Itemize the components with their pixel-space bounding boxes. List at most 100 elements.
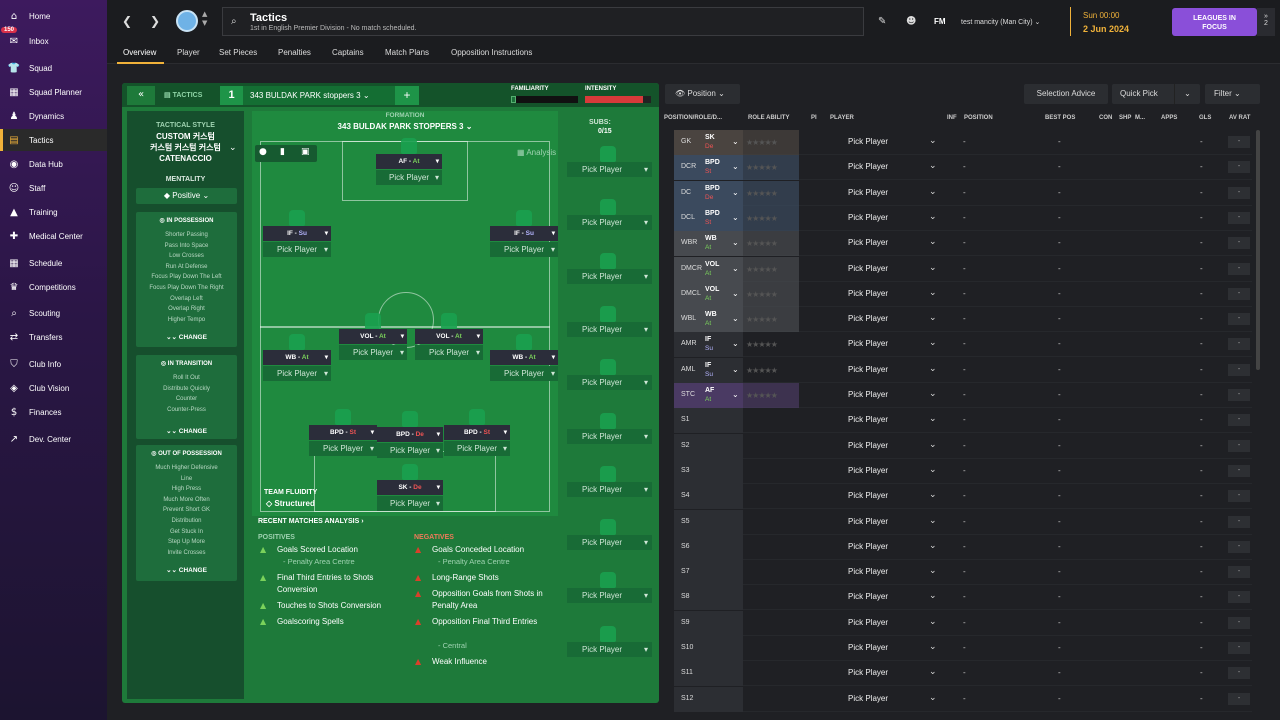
table-row[interactable]: S12 Pick Player ⌄ - - - - bbox=[674, 686, 1252, 712]
recent-matches-analysis-header[interactable]: RECENT MATCHES ANALYSIS › bbox=[258, 518, 364, 525]
pick-player-button[interactable]: Pick Player ▾ bbox=[490, 366, 558, 381]
chevron-down-icon[interactable]: ⌄ bbox=[929, 187, 937, 197]
pitch-role-selector[interactable]: BPD - St ▾ bbox=[309, 425, 377, 440]
chevron-down-icon[interactable]: ⌄ bbox=[929, 440, 937, 450]
sidebar-item-home[interactable]: ⌂ Home bbox=[0, 5, 107, 27]
pick-player-dropdown[interactable]: Pick Player bbox=[848, 415, 888, 424]
pitch-role-selector[interactable]: WB - At ▾ bbox=[490, 350, 558, 365]
sidebar-item-scouting[interactable]: ⌕ Scouting bbox=[0, 302, 107, 324]
analysis-item[interactable]: Touches to Shots Conversion bbox=[277, 600, 402, 612]
sidebar-item-schedule[interactable]: ▦ Schedule bbox=[0, 252, 107, 274]
position-cell[interactable]: S9 bbox=[674, 610, 743, 636]
analysis-toggle[interactable]: ▦ Analysis bbox=[517, 148, 556, 157]
column-header[interactable]: POSITION/ROLE/D... bbox=[664, 115, 722, 121]
analysis-item[interactable]: Long-Range Shots bbox=[432, 572, 557, 584]
chevron-down-icon[interactable]: ⌄ bbox=[229, 142, 237, 153]
pick-player-dropdown[interactable]: Pick Player bbox=[848, 289, 888, 298]
column-header[interactable]: PLAYER bbox=[830, 115, 854, 121]
pick-player-dropdown[interactable]: Pick Player bbox=[848, 188, 888, 197]
chevron-down-icon[interactable]: ⌄ bbox=[929, 465, 937, 475]
tab-opposition-instructions[interactable]: Opposition Instructions bbox=[451, 48, 532, 57]
chevron-down-icon[interactable]: ⌄ bbox=[929, 541, 937, 551]
table-row[interactable]: DMCL VOL At ⌄ ★★★★★ Pick Player ⌄ - - - - bbox=[674, 281, 1252, 307]
sub-pick-player-button[interactable]: Pick Player ▾ bbox=[567, 588, 652, 604]
pick-player-dropdown[interactable]: Pick Player bbox=[848, 694, 888, 703]
tactic-name-selector[interactable]: 343 BULDAK PARK stoppers 3 ⌄ bbox=[243, 86, 395, 105]
fm-label[interactable]: FM bbox=[934, 17, 946, 26]
table-row[interactable]: S2 Pick Player ⌄ - - - - bbox=[674, 433, 1252, 459]
sub-pick-player-button[interactable]: Pick Player ▾ bbox=[567, 641, 652, 657]
sub-pick-player-button[interactable]: Pick Player ▾ bbox=[567, 268, 652, 284]
sub-pick-player-button[interactable]: Pick Player ▾ bbox=[567, 375, 652, 391]
manager-face-icon[interactable]: ☻ bbox=[906, 16, 916, 27]
chevron-down-icon[interactable]: ⌄ bbox=[929, 364, 937, 374]
leagues-count-button[interactable]: » 2 bbox=[1257, 8, 1275, 36]
chevron-down-icon[interactable]: ⌄ bbox=[929, 263, 937, 273]
pitch-role-selector[interactable]: IF - Su ▾ bbox=[490, 226, 558, 241]
pick-player-dropdown[interactable]: Pick Player bbox=[848, 162, 888, 171]
column-header[interactable]: CON bbox=[1099, 115, 1112, 121]
position-cell[interactable]: WBR WB At ⌄ bbox=[674, 231, 743, 257]
pick-player-dropdown[interactable]: Pick Player bbox=[848, 238, 888, 247]
tactic-slot-number[interactable]: 1 bbox=[220, 86, 243, 105]
quick-pick-button[interactable]: Quick Pick ⌄ bbox=[1112, 84, 1200, 104]
sidebar-item-dev-center[interactable]: ↗ Dev. Center bbox=[0, 428, 107, 450]
table-row[interactable]: S4 Pick Player ⌄ - - - - bbox=[674, 484, 1252, 510]
tab-penalties[interactable]: Penalties bbox=[278, 48, 311, 57]
pick-player-dropdown[interactable]: Pick Player bbox=[848, 592, 888, 601]
sub-pick-player-button[interactable]: Pick Player ▾ bbox=[567, 215, 652, 231]
position-cell[interactable]: STC AF At ⌄ bbox=[674, 383, 743, 408]
sidebar-item-finances[interactable]: $ Finances bbox=[0, 401, 107, 423]
pick-player-dropdown[interactable]: Pick Player bbox=[848, 668, 888, 677]
position-cell[interactable]: DMCL VOL At ⌄ bbox=[674, 281, 743, 307]
table-row[interactable]: S6 Pick Player ⌄ - - - - bbox=[674, 534, 1252, 560]
table-row[interactable]: DCL BPD St ⌄ ★★★★★ Pick Player ⌄ - - - - bbox=[674, 205, 1252, 231]
chevron-down-icon[interactable]: ⌄ bbox=[929, 490, 937, 500]
sidebar-item-training[interactable]: ▲ Training bbox=[0, 201, 107, 223]
style-name-line1[interactable]: CUSTOM 커스텀 bbox=[127, 131, 244, 142]
analysis-item[interactable]: Goals Scored Location bbox=[277, 544, 402, 556]
sidebar-item-data-hub[interactable]: ◉ Data Hub bbox=[0, 153, 107, 175]
position-cell[interactable]: S5 bbox=[674, 509, 743, 535]
analysis-item[interactable]: Weak Influence bbox=[432, 656, 557, 668]
chevron-down-icon[interactable]: ⌄ bbox=[929, 516, 937, 526]
table-row[interactable]: S11 Pick Player ⌄ - - - - bbox=[674, 661, 1252, 687]
pitch-role-selector[interactable]: VOL - At ▾ bbox=[339, 329, 407, 344]
sidebar-item-inbox[interactable]: ✉ Inbox 150 bbox=[0, 27, 107, 52]
chevron-down-icon[interactable]: ⌄ bbox=[929, 693, 937, 703]
table-row[interactable]: STC AF At ⌄ ★★★★★ Pick Player ⌄ - - - - bbox=[674, 383, 1252, 408]
position-cell[interactable]: DC BPD De ⌄ bbox=[674, 180, 743, 206]
position-cell[interactable]: S3 bbox=[674, 458, 743, 484]
chevron-down-icon[interactable]: ⌄ bbox=[732, 137, 739, 146]
date-box[interactable]: Sun 00:00 2 Jun 2024 bbox=[1070, 7, 1164, 36]
pick-player-dropdown[interactable]: Pick Player bbox=[848, 213, 888, 222]
pick-player-dropdown[interactable]: Pick Player bbox=[848, 441, 888, 450]
table-row[interactable]: WBL WB At ⌄ ★★★★★ Pick Player ⌄ - - - - bbox=[674, 307, 1252, 333]
chevron-down-icon[interactable]: ⌄ bbox=[732, 314, 739, 323]
chevron-down-icon[interactable]: ⌄ bbox=[929, 642, 937, 652]
chevron-down-icon[interactable]: ⌄ bbox=[732, 188, 739, 197]
intensity-bar[interactable] bbox=[585, 96, 651, 103]
chevron-down-icon[interactable]: ⌄ bbox=[732, 238, 739, 247]
position-view-button[interactable]: 👁 Position ⌄ bbox=[665, 84, 740, 104]
filter-button[interactable]: Filter ⌄ bbox=[1205, 84, 1260, 104]
pitch-role-selector[interactable]: BPD - St ▾ bbox=[444, 425, 510, 440]
pick-player-button[interactable]: Pick Player ▾ bbox=[444, 441, 510, 456]
chevron-down-icon[interactable]: ⌄ bbox=[929, 389, 937, 399]
column-header[interactable]: APPS bbox=[1161, 115, 1177, 121]
chevron-down-icon[interactable]: ⌄ bbox=[732, 339, 739, 348]
position-cell[interactable]: DCR BPD St ⌄ bbox=[674, 155, 743, 181]
chevron-down-icon[interactable]: ⌄ bbox=[929, 338, 937, 348]
pick-player-button[interactable]: Pick Player ▾ bbox=[263, 366, 331, 381]
analysis-item[interactable]: Opposition Final Third Entries bbox=[432, 616, 557, 628]
sub-pick-player-button[interactable]: Pick Player ▾ bbox=[567, 535, 652, 551]
chevron-down-icon[interactable]: ⌄ bbox=[732, 162, 739, 171]
pick-player-dropdown[interactable]: Pick Player bbox=[848, 542, 888, 551]
sub-pick-player-button[interactable]: Pick Player ▾ bbox=[567, 162, 652, 177]
sidebar-item-tactics[interactable]: ▤ Tactics bbox=[0, 129, 107, 151]
sub-pick-player-button[interactable]: Pick Player ▾ bbox=[567, 321, 652, 337]
table-row[interactable]: DCR BPD St ⌄ ★★★★★ Pick Player ⌄ - - - - bbox=[674, 155, 1252, 181]
position-cell[interactable]: WBL WB At ⌄ bbox=[674, 307, 743, 333]
column-header[interactable]: SHP bbox=[1119, 115, 1131, 121]
position-cell[interactable]: S10 bbox=[674, 636, 743, 661]
